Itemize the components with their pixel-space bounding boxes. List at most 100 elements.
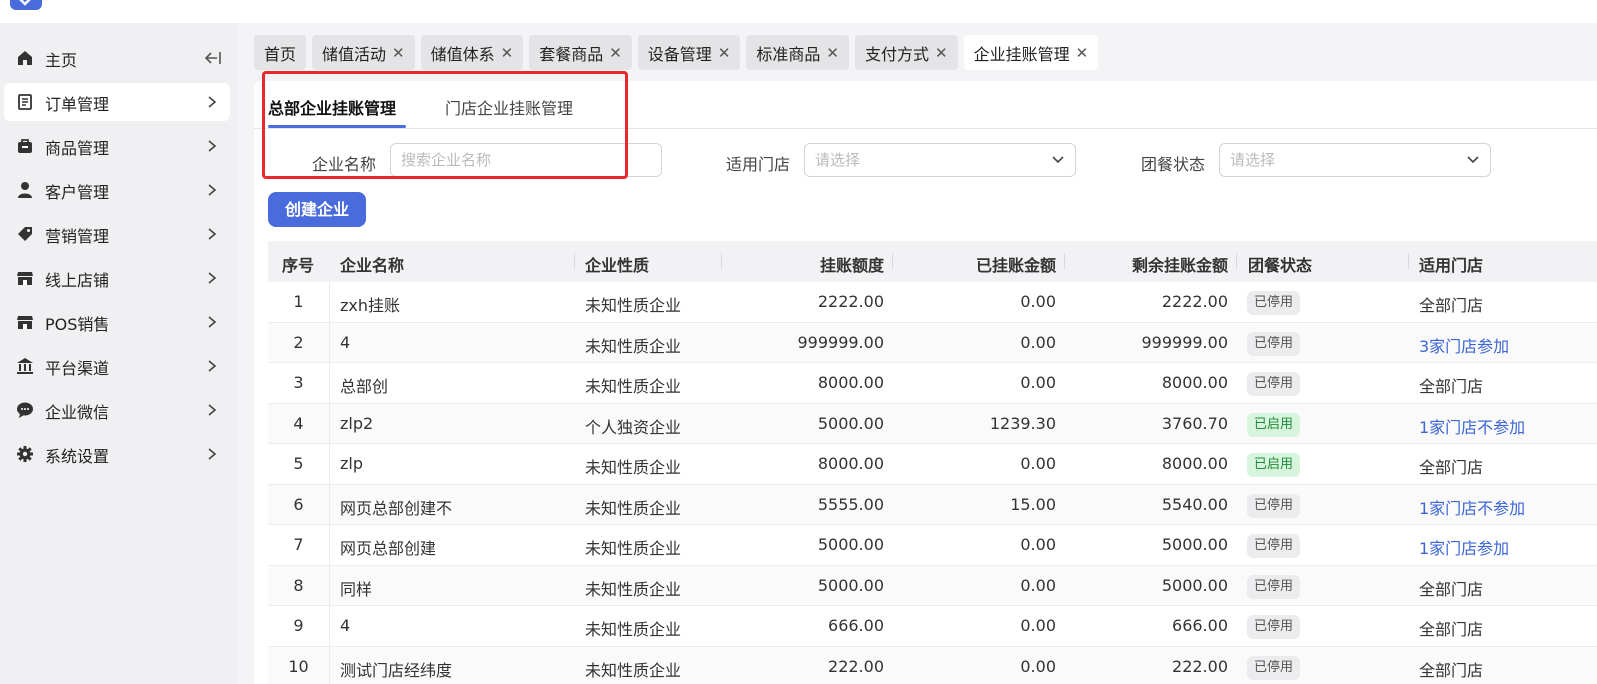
status-badge: 已停用: [1247, 574, 1301, 599]
close-icon[interactable]: ✕: [718, 44, 731, 62]
content-panel: 总部企业挂账管理 门店企业挂账管理 企业名称 搜索企业名称 适用门店 请选择 团…: [254, 71, 1597, 684]
status-badge: 已停用: [1247, 615, 1301, 639]
tab-label: 标准商品: [756, 44, 821, 64]
brand-logo-icon: [10, 0, 42, 10]
column-divider[interactable]: [574, 253, 575, 269]
cell-used-amount: 0.00: [1020, 575, 1056, 595]
cell-credit-limit: 666.00: [828, 616, 884, 635]
cell-company-name: 网页总部创建不: [340, 498, 453, 518]
user-icon: [18, 182, 32, 198]
gear-icon: [17, 446, 33, 462]
tab-label: 储值活动: [322, 44, 387, 64]
sidebar-item-online-store[interactable]: 线上店铺: [4, 259, 230, 297]
column-divider[interactable]: [1236, 253, 1237, 269]
sidebar-item-label: 主页: [45, 51, 78, 70]
sidebar-item-label: 平台渠道: [45, 359, 110, 378]
col-header-name: 企业名称: [340, 256, 405, 275]
cell-company-type: 未知性质企业: [585, 660, 682, 680]
store-scope-link[interactable]: 1家门店不参加: [1419, 495, 1525, 519]
sidebar-item-pos[interactable]: POS销售: [4, 303, 230, 341]
company-name-search-input[interactable]: 搜索企业名称: [390, 143, 662, 177]
cell-no: 4: [293, 413, 304, 433]
cell-company-type: 未知性质企业: [585, 620, 682, 639]
top-bar: [0, 0, 1597, 23]
cell-credit-limit: 5000.00: [817, 413, 884, 433]
chevron-right-icon: [208, 96, 217, 108]
sidebar-item-settings[interactable]: 系统设置: [4, 435, 230, 473]
cell-credit-limit: 999999.00: [797, 332, 884, 352]
chat-icon: [17, 402, 33, 418]
cell-remaining-amount: 5540.00: [1161, 494, 1228, 514]
sidebar-item-customers[interactable]: 客户管理: [4, 171, 230, 209]
subtab-store-credit[interactable]: 门店企业挂账管理: [445, 95, 573, 119]
applicable-store-select[interactable]: 请选择: [804, 143, 1076, 177]
col-header-remain: 剩余挂账金额: [1131, 256, 1228, 275]
chevron-right-icon: [208, 140, 217, 152]
cell-used-amount: 0.00: [1020, 535, 1056, 554]
row-number-divider: [329, 282, 330, 684]
close-icon[interactable]: ✕: [935, 44, 948, 62]
sidebar-item-label: 系统设置: [45, 447, 110, 466]
store-scope-link[interactable]: 1家门店参加: [1419, 535, 1509, 559]
cell-store-scope: 全部门店: [1419, 296, 1484, 315]
tab-stored-value-system[interactable]: 储值体系 ✕: [420, 35, 524, 70]
cell-company-type: 未知性质企业: [585, 579, 682, 599]
chevron-down-icon: [1052, 156, 1064, 164]
cell-used-amount: 15.00: [1010, 494, 1056, 514]
table-row: 4 zlp2 个人独资企业 5000.00 1239.30 3760.70 已启用 1家门店不…: [268, 403, 1597, 444]
tab-combo-products[interactable]: 套餐商品 ✕: [529, 35, 632, 70]
cell-company-name: 4: [340, 332, 351, 352]
store-scope-link[interactable]: 3家门店参加: [1419, 333, 1509, 357]
col-header-type: 企业性质: [585, 256, 650, 275]
sub-tabs: 总部企业挂账管理 门店企业挂账管理: [254, 81, 1597, 129]
create-company-button[interactable]: 创建企业: [268, 192, 366, 227]
sidebar-item-orders[interactable]: 订单管理: [4, 83, 230, 121]
close-icon[interactable]: ✕: [501, 44, 514, 62]
subtab-hq-credit[interactable]: 总部企业挂账管理: [268, 95, 396, 119]
tab-device-management[interactable]: 设备管理 ✕: [637, 35, 741, 70]
cell-no: 6: [293, 494, 304, 514]
close-icon[interactable]: ✕: [392, 44, 405, 62]
store-icon: [17, 272, 33, 285]
column-divider[interactable]: [1064, 253, 1065, 269]
cell-credit-limit: 2222.00: [817, 292, 884, 311]
cell-remaining-amount: 999999.00: [1141, 332, 1228, 352]
cell-no: 7: [293, 535, 304, 554]
table-row: 1 zxh挂账 未知性质企业 2222.00 0.00 2222.00 已停用 全部门店: [268, 282, 1597, 323]
tab-enterprise-credit[interactable]: 企业挂账管理 ✕: [963, 35, 1099, 70]
column-divider[interactable]: [1408, 253, 1409, 269]
cell-company-name: 测试门店经纬度: [340, 660, 453, 680]
sidebar: 主页 订单管理 商品管理 客户管理 营销管理 线上店铺 POS销售 平台渠道 企: [0, 23, 238, 684]
chevron-right-icon: [208, 228, 217, 240]
collapse-sidebar-icon[interactable]: [204, 49, 222, 67]
sidebar-item-label: 企业微信: [45, 403, 110, 422]
sidebar-item-wecom[interactable]: 企业微信: [4, 391, 230, 429]
group-meal-status-select[interactable]: 请选择: [1219, 143, 1491, 177]
sidebar-item-marketing[interactable]: 营销管理: [4, 215, 230, 253]
sidebar-item-home[interactable]: 主页: [4, 39, 230, 77]
col-header-no: 序号: [282, 256, 315, 275]
table-row: 9 4 未知性质企业 666.00 0.00 666.00 已停用 全部门店: [268, 606, 1597, 647]
tab-label: 储值体系: [430, 44, 495, 64]
tab-stored-value-activity[interactable]: 储值活动 ✕: [312, 35, 415, 70]
cell-credit-limit: 5000.00: [817, 535, 884, 554]
tab-standard-products[interactable]: 标准商品 ✕: [746, 35, 849, 70]
sidebar-item-channels[interactable]: 平台渠道: [4, 347, 230, 385]
tab-label: 设备管理: [647, 44, 712, 64]
chevron-right-icon: [208, 448, 217, 460]
tab-payment-methods[interactable]: 支付方式 ✕: [854, 35, 958, 70]
close-icon[interactable]: ✕: [826, 44, 839, 62]
cell-credit-limit: 8000.00: [817, 454, 884, 473]
column-divider[interactable]: [721, 253, 722, 269]
sidebar-item-products[interactable]: 商品管理: [4, 127, 230, 165]
order-icon: [18, 94, 32, 110]
cell-credit-limit: 5000.00: [817, 575, 884, 595]
column-divider[interactable]: [892, 253, 893, 269]
cell-store-scope: 全部门店: [1419, 620, 1484, 639]
close-icon[interactable]: ✕: [609, 44, 622, 62]
cell-no: 3: [293, 373, 304, 392]
store-scope-link[interactable]: 1家门店不参加: [1419, 414, 1525, 438]
close-icon[interactable]: ✕: [1076, 44, 1089, 62]
tab-home[interactable]: 首页: [254, 35, 307, 70]
cell-no: 5: [293, 454, 304, 473]
